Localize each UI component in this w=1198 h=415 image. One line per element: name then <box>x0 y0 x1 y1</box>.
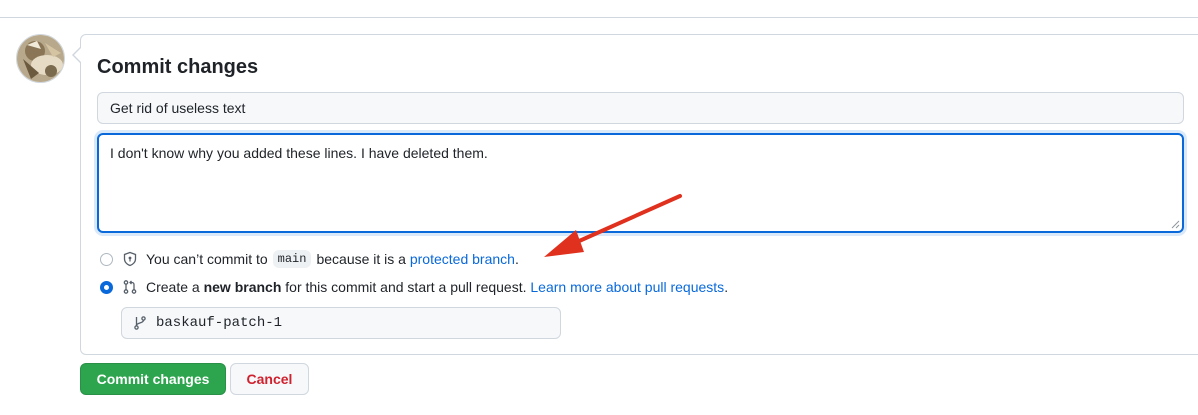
option-new-branch-period: . <box>724 279 729 295</box>
protected-branch-link[interactable]: protected branch <box>410 251 515 267</box>
branch-name-input[interactable] <box>156 315 536 331</box>
radio-commit-direct[interactable] <box>100 252 113 266</box>
radio-new-branch[interactable] <box>100 280 113 294</box>
option-direct-text-after: because it is a <box>316 251 406 267</box>
user-avatar[interactable] <box>16 34 65 83</box>
option-commit-direct[interactable]: You can’t commit to main because it is a… <box>100 250 519 268</box>
option-direct-period: . <box>514 251 519 267</box>
git-pull-request-icon <box>123 280 137 294</box>
new-branch-bold-text: new branch <box>203 279 282 295</box>
learn-more-pull-requests-link[interactable]: Learn more about pull requests <box>530 279 724 295</box>
panel-caret-fill <box>74 48 81 62</box>
option-new-branch[interactable]: Create a new branch for this commit and … <box>100 279 728 295</box>
top-divider <box>0 17 1198 18</box>
git-branch-icon <box>134 316 146 330</box>
annotation-arrow-icon <box>544 194 682 257</box>
option-new-branch-text: Create a <box>146 279 200 295</box>
commit-panel-title: Commit changes <box>97 56 259 78</box>
new-branch-name-field[interactable] <box>121 307 561 339</box>
resize-grip-icon[interactable] <box>1170 219 1180 229</box>
shield-lock-icon <box>123 251 137 267</box>
branch-name-chip: main <box>272 250 312 268</box>
commit-changes-button[interactable]: Commit changes <box>80 363 226 395</box>
cancel-button[interactable]: Cancel <box>230 363 309 395</box>
commit-summary-input[interactable] <box>97 92 1184 124</box>
avatar-image <box>17 35 64 82</box>
option-direct-text: You can’t commit to <box>146 251 268 267</box>
option-new-branch-text-after: for this commit and start a pull request… <box>285 279 527 295</box>
